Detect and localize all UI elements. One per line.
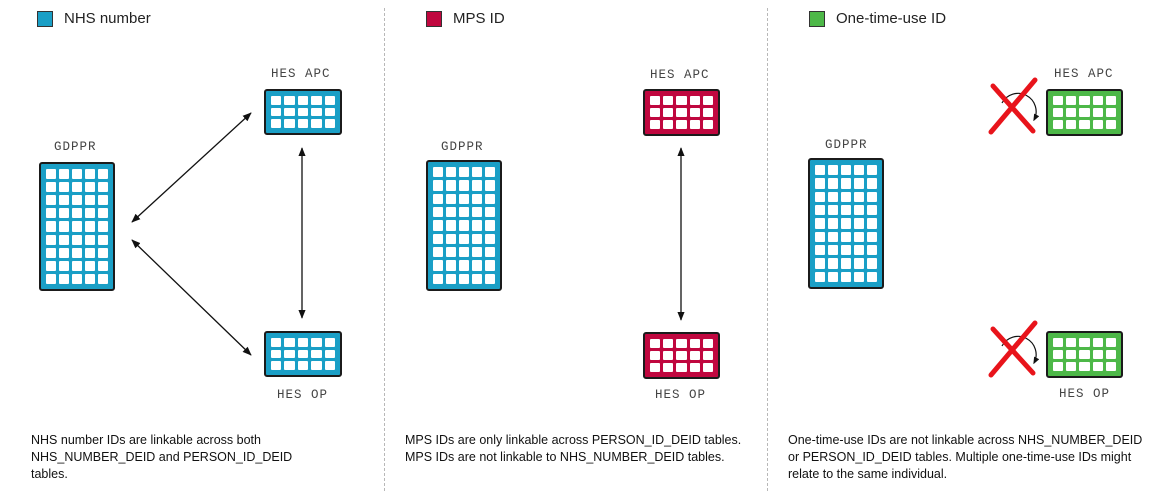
link-arrow-gdppr-op [131,239,252,356]
link-arrow-gdppr-apc [131,112,252,223]
cross-icon [988,320,1038,378]
cross-icon [988,77,1038,135]
connections-layer [131,77,1040,378]
